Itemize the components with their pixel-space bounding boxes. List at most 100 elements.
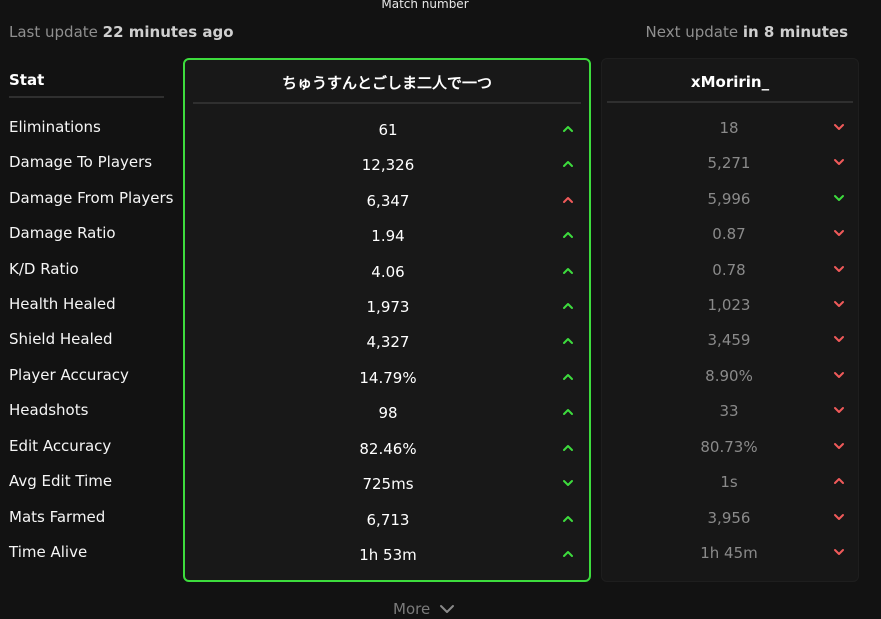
stat-value: 1h 53m <box>359 546 417 564</box>
stat-label: Damage To Players <box>9 153 153 171</box>
stat-column: Stat Eliminations Damage To Players Damage… <box>9 58 174 561</box>
stat-value: 0.78 <box>712 261 746 279</box>
stat-value-cell: 8.90% <box>602 367 858 391</box>
stat-value: 1.94 <box>371 227 405 245</box>
chevron-up-icon <box>561 299 575 313</box>
stat-value: 4.06 <box>371 263 405 281</box>
chevron-up-icon <box>561 441 575 455</box>
stat-value-cell: 1h 45m <box>602 544 858 568</box>
stat-value: 6,347 <box>366 192 410 210</box>
stat-label: Shield Healed <box>9 330 113 348</box>
stat-value-cell: 82.46% <box>185 440 589 464</box>
more-button[interactable]: More <box>393 600 456 618</box>
stat-value: 12,326 <box>361 156 415 174</box>
stat-value: 33 <box>719 402 739 420</box>
chevron-up-icon <box>561 547 575 561</box>
stat-value-cell: 1.94 <box>185 227 589 251</box>
chevron-up-icon <box>561 264 575 278</box>
stat-value-cell: 3,956 <box>602 509 858 533</box>
stat-value-cell: 6,347 <box>185 192 589 216</box>
stat-value-cell: 33 <box>602 402 858 426</box>
stat-label: Damage From Players <box>9 189 174 207</box>
chevron-down-icon <box>832 120 846 134</box>
stat-label: Mats Farmed <box>9 508 106 526</box>
chevron-up-icon <box>561 405 575 419</box>
stat-value-cell: 1,973 <box>185 298 589 322</box>
stat-value-cell: 61 <box>185 121 589 145</box>
chevron-down-icon <box>832 332 846 346</box>
chevron-down-icon <box>832 262 846 276</box>
player-name[interactable]: ちゅうすんとごしま二人で一つ <box>193 60 581 104</box>
last-update-value: 22 minutes ago <box>102 23 234 41</box>
next-update-value: in 8 minutes <box>742 23 848 41</box>
chevron-down-icon <box>438 600 456 618</box>
last-update-prefix: Last update <box>9 23 98 41</box>
stat-value: 1h 45m <box>700 544 758 562</box>
chevron-down-icon <box>832 297 846 311</box>
chevron-up-icon <box>561 157 575 171</box>
stat-value: 82.46% <box>359 440 417 458</box>
stat-label: Headshots <box>9 401 89 419</box>
stat-value-cell: 4.06 <box>185 263 589 287</box>
stat-value: 14.79% <box>359 369 417 387</box>
stat-label: Time Alive <box>9 543 88 561</box>
stat-value-cell: 4,327 <box>185 333 589 357</box>
stat-label: K/D Ratio <box>9 260 79 278</box>
last-update: Last update 22 minutes ago <box>9 23 234 41</box>
stat-value: 6,713 <box>366 511 410 529</box>
stat-label: Health Healed <box>9 295 116 313</box>
chevron-up-icon <box>561 122 575 136</box>
stat-value: 725ms <box>362 475 414 493</box>
stat-value: 18 <box>719 119 739 137</box>
stat-value-cell: 18 <box>602 119 858 143</box>
stat-value-cell: 3,459 <box>602 331 858 355</box>
chevron-down-icon <box>832 545 846 559</box>
chevron-down-icon <box>832 510 846 524</box>
stat-value: 1s <box>720 473 738 491</box>
stat-label: Player Accuracy <box>9 366 129 384</box>
chevron-down-icon <box>832 191 846 205</box>
stat-value: 3,459 <box>707 331 751 349</box>
stat-column-header: Stat <box>9 58 164 98</box>
chevron-down-icon <box>832 439 846 453</box>
stat-value-cell: 0.87 <box>602 225 858 249</box>
chevron-down-icon <box>561 476 575 490</box>
stat-value-cell: 12,326 <box>185 156 589 180</box>
player-name[interactable]: xMoririn_ <box>607 59 853 103</box>
match-number-label: Match number <box>381 0 469 11</box>
chevron-down-icon <box>832 368 846 382</box>
stat-value: 61 <box>378 121 398 139</box>
stat-value: 1,973 <box>366 298 410 316</box>
chevron-down-icon <box>832 155 846 169</box>
stat-value-cell: 1s <box>602 473 858 497</box>
chevron-up-icon <box>561 512 575 526</box>
stat-label: Avg Edit Time <box>9 472 113 490</box>
stat-value: 5,271 <box>707 154 751 172</box>
stat-value: 80.73% <box>700 438 758 456</box>
chevron-up-icon <box>561 228 575 242</box>
chevron-up-icon <box>561 334 575 348</box>
chevron-down-icon <box>832 226 846 240</box>
stat-value-cell: 5,996 <box>602 190 858 214</box>
stat-value-cell: 725ms <box>185 475 589 499</box>
chevron-down-icon <box>832 403 846 417</box>
stat-value-cell: 1h 53m <box>185 546 589 570</box>
stat-label: Edit Accuracy <box>9 437 112 455</box>
stat-value: 1,023 <box>707 296 751 314</box>
stat-value-cell: 80.73% <box>602 438 858 462</box>
chevron-up-icon <box>832 474 846 488</box>
chevron-up-icon <box>561 370 575 384</box>
stat-value: 0.87 <box>712 225 746 243</box>
stat-value-cell: 0.78 <box>602 261 858 285</box>
stat-label: Eliminations <box>9 118 101 136</box>
player-panel-secondary[interactable]: xMoririn_ 18 5,271 5,996 0.87 0.78 1,023 3,459… <box>601 58 859 582</box>
stat-value-cell: 1,023 <box>602 296 858 320</box>
stat-value-cell: 98 <box>185 404 589 428</box>
stat-value: 4,327 <box>366 333 410 351</box>
next-update: Next update in 8 minutes <box>646 23 848 41</box>
player-panel-primary[interactable]: ちゅうすんとごしま二人で一つ 61 12,326 6,347 1.94 4.06 1,97… <box>183 58 591 582</box>
stat-value: 98 <box>378 404 398 422</box>
next-update-prefix: Next update <box>645 23 739 41</box>
stat-label: Damage Ratio <box>9 224 116 242</box>
match-stats-page: Match number Last update 22 minutes ago … <box>0 0 881 619</box>
